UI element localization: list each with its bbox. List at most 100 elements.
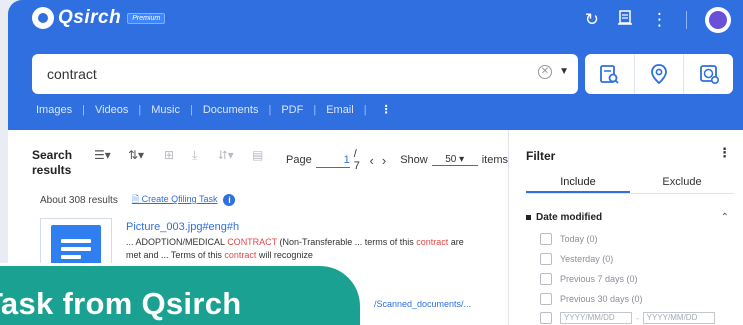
snippet-highlight: contract <box>224 250 257 260</box>
filter-tabs: Include Exclude <box>526 172 734 194</box>
app-name: Qsirch <box>58 7 122 28</box>
category-documents[interactable]: Documents <box>203 104 259 116</box>
category-separator: | <box>363 103 367 116</box>
face-recognition-icon <box>699 65 719 85</box>
next-page-icon[interactable]: › <box>382 153 386 168</box>
snippet-text: ... ADOPTION/MEDICAL <box>126 237 228 247</box>
checkbox[interactable] <box>540 293 552 305</box>
chevron-up-icon[interactable]: ⌃ <box>721 212 729 223</box>
doc-line <box>61 239 91 243</box>
checkbox[interactable] <box>540 233 552 245</box>
checkbox[interactable] <box>540 312 552 324</box>
date-to-input[interactable]: YYYY/MM/DD <box>642 312 715 324</box>
header-bar: Qsirch Premium ↻ ⋮ ✕ ▼ <box>8 0 743 130</box>
option-label: Previous 7 days (0) <box>560 274 638 284</box>
category-separator: | <box>82 103 85 116</box>
snippet-highlight: CONTRACT <box>227 237 278 247</box>
snippet-text: will recognize <box>256 250 313 260</box>
list-view-icon[interactable]: ☰▾ <box>94 148 111 162</box>
category-separator: | <box>189 103 193 116</box>
more-options-icon[interactable]: ⋮ <box>651 9 668 31</box>
qsirch-logo-icon <box>32 7 54 29</box>
info-icon[interactable]: i <box>223 194 236 206</box>
snippet-highlight: contract <box>416 237 449 247</box>
page-number-input[interactable] <box>315 152 350 168</box>
checkbox[interactable] <box>540 253 552 265</box>
option-label: Today (0) <box>560 234 598 244</box>
page-size-select[interactable]: 50 ▾ <box>431 154 478 166</box>
category-pdf[interactable]: PDF <box>281 104 303 116</box>
result-snippet: ... ADOPTION/MEDICAL CONTRACT (Non-Trans… <box>126 236 466 262</box>
category-separator: | <box>313 103 317 116</box>
items-label: items <box>481 154 508 166</box>
tab-include[interactable]: Include <box>526 172 630 193</box>
select-all-icon[interactable]: ⊞ <box>164 148 174 162</box>
filter-option-today[interactable]: Today (0) <box>540 233 598 245</box>
location-pin-icon <box>651 64 667 85</box>
date-range: YYYY/MM/DD - YYYY/MM/DD <box>560 312 719 324</box>
location-button[interactable] <box>635 54 685 94</box>
show-label: Show <box>400 154 428 166</box>
filter-title: Filter <box>526 149 556 163</box>
face-search-button[interactable] <box>684 54 733 94</box>
option-label: Previous 30 days (0) <box>560 294 643 304</box>
tab-exclude[interactable]: Exclude <box>630 172 734 193</box>
promo-banner: Task from Qsirch <box>0 266 360 325</box>
qfiling-icon: 🗎 <box>131 194 142 204</box>
edition-badge: Premium <box>127 12 166 24</box>
header-divider <box>686 11 687 29</box>
open-file-icon[interactable]: ▤ <box>252 148 263 162</box>
qfiling-link-text: Create Qfiling Task <box>141 194 218 204</box>
more-categories-icon[interactable]: ⋮ <box>381 103 392 116</box>
filter-panel: Filter ⋮ Include Exclude Date modified ⌃… <box>508 130 743 325</box>
download-icon[interactable]: ⤓ <box>192 148 197 163</box>
filter-option-previous-30-days[interactable]: Previous 30 days (0) <box>540 293 643 305</box>
category-music[interactable]: Music <box>151 104 180 116</box>
search-input[interactable] <box>47 66 497 82</box>
search-bar: ✕ ▼ <box>32 54 578 94</box>
header-actions: ↻ ⋮ <box>567 7 731 33</box>
date-from-input[interactable]: YYYY/MM/DD <box>560 312 632 324</box>
category-images[interactable]: Images <box>36 104 72 116</box>
search-options-dropdown-icon[interactable]: ▼ <box>559 66 569 77</box>
date-modified-section[interactable]: Date modified <box>526 212 602 223</box>
notes-icon-svg <box>618 10 632 25</box>
result-count: About 308 results <box>40 194 118 206</box>
filter-option-yesterday[interactable]: Yesterday (0) <box>540 253 613 265</box>
checkbox[interactable] <box>540 273 552 285</box>
results-summary: About 308 results 🗎 Create Qfiling Task … <box>40 192 236 208</box>
page-total: / 7 <box>353 148 360 172</box>
result-title-link[interactable]: Picture_003.jpg#eng#h <box>126 221 239 233</box>
category-email[interactable]: Email <box>326 104 354 116</box>
results-title: Search results <box>32 148 73 177</box>
app-logo[interactable]: Qsirch Premium <box>32 7 166 29</box>
section-bullet-icon <box>526 215 531 220</box>
avatar-image <box>709 11 727 29</box>
date-range-separator: - <box>636 313 639 323</box>
file-search-icon <box>600 65 619 84</box>
filter-option-previous-7-days[interactable]: Previous 7 days (0) <box>540 273 638 285</box>
result-path-link[interactable]: /Scanned_documents/... <box>374 299 471 309</box>
filter-option-custom-range[interactable]: YYYY/MM/DD - YYYY/MM/DD <box>540 312 719 324</box>
share-icon[interactable]: ⮃▾ <box>218 148 234 163</box>
banner-text: Task from Qsirch <box>0 286 242 321</box>
results-toolbar: Search results ☰▾ ⇅▾ ⊞ ⤓ ⮃▾ ▤ Page / 7 ‹… <box>8 130 508 185</box>
user-avatar[interactable] <box>705 7 731 33</box>
create-qfiling-task-link[interactable]: 🗎 Create Qfiling Task <box>132 192 218 208</box>
sort-icon[interactable]: ⇅▾ <box>128 148 144 162</box>
option-label: Yesterday (0) <box>560 254 614 264</box>
category-separator: | <box>268 103 272 116</box>
section-title: Date modified <box>536 212 603 223</box>
page-label: Page <box>286 154 312 166</box>
category-nav: Images | Videos | Music | Documents | PD… <box>36 103 392 117</box>
refresh-icon[interactable]: ↻ <box>585 9 599 31</box>
search-tool-buttons <box>585 54 733 94</box>
pagination: Page / 7 ‹ › Show 50 ▾ items <box>286 148 508 172</box>
qfiling-button[interactable] <box>585 54 635 94</box>
notes-icon[interactable] <box>617 9 633 31</box>
category-videos[interactable]: Videos <box>95 104 128 116</box>
filter-more-icon[interactable]: ⋮ <box>718 145 731 161</box>
doc-line <box>61 255 81 259</box>
clear-search-icon[interactable]: ✕ <box>538 65 552 79</box>
previous-page-icon[interactable]: ‹ <box>370 153 374 168</box>
